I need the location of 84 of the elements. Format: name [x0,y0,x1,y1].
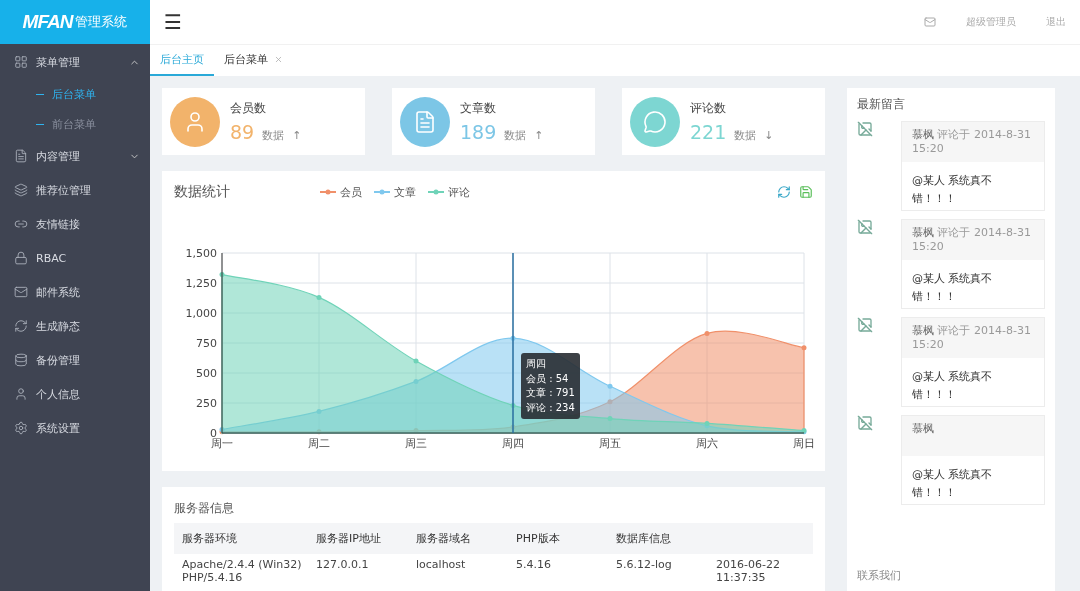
legend-item[interactable]: 评论 [428,184,470,200]
column-header: 服务器域名 [408,523,508,554]
x-tick-label: 周一 [211,437,233,450]
trend-arrow: ↓ [764,129,774,142]
chart-title: 数据统计 [174,183,230,201]
table-cell-text: 5.4.16 [515,557,552,573]
broken-image-icon [857,415,873,431]
y-tick-label: 1,500 [185,247,217,260]
sidebar-item[interactable]: 系统设置 [0,411,150,445]
y-tick-label: 0 [210,427,217,440]
column-header: PHP版本 [508,523,608,554]
y-tick-label: 250 [196,397,217,410]
y-tick-label: 750 [196,337,217,350]
stat-value: 221 [690,121,727,143]
sidebar-item[interactable]: 菜单管理 [0,45,150,79]
broken-image-icon [857,219,873,235]
user-icon [14,387,28,401]
section-title: 服务器信息 [174,501,234,515]
stat-label: 会员数 [230,100,267,117]
x-tick-label: 周日 [793,437,814,450]
comment-text: @某人 系统真不错！！！ [911,173,994,207]
sidebar-item[interactable]: 邮件系统 [0,275,150,309]
table-cell-text: 2016-06-22 11:37:35 [715,557,781,585]
x-tick-label: 周三 [405,437,427,450]
sidebar-item[interactable]: 推荐位管理 [0,173,150,207]
y-tick-label: 1,250 [185,277,217,290]
settings-icon [14,421,28,435]
table-cell-text: 127.0.0.1 [315,557,370,573]
table-cell-text: 5.6.12-log [615,557,673,573]
close-icon[interactable] [274,55,283,64]
stat-label: 评论数 [690,100,727,117]
sidebar-item[interactable]: 内容管理 [0,139,150,173]
trend-arrow: ↑ [292,129,302,142]
refresh-icon[interactable] [777,185,791,199]
sidebar-item[interactable]: 友情链接 [0,207,150,241]
document-icon [14,149,28,163]
sidebar-item[interactable]: 生成静态 [0,309,150,343]
layers-icon [14,183,28,197]
column-header: 数据库信息 [608,523,708,554]
refresh-icon [14,319,28,333]
stat-note: 数据 [262,128,285,143]
chart-tooltip: 周四 会员 : 54 文章 : 791 评论 : 234 [521,353,580,419]
legend-item[interactable]: 会员 [320,184,362,200]
mail-icon [14,285,28,299]
grid-icon [14,55,28,69]
comment-meta: 慕枫 [902,416,1044,456]
stat-value: 89 [230,121,255,143]
comment-text: @某人 系统真不错！！！ [911,271,994,305]
x-tick-label: 周二 [308,437,330,450]
stat-note: 数据 [734,128,757,143]
comment-meta: 慕枫 评论于 2014-8-31 15:20 [902,122,1044,162]
comment-text: @某人 系统真不错！！！ [911,467,994,501]
submenu-item[interactable]: 后台菜单 [0,79,150,109]
stat-value: 189 [460,121,497,143]
x-tick-label: 周六 [696,437,718,450]
sidebar-item[interactable]: 个人信息 [0,377,150,411]
comment-text: @某人 系统真不错！！！ [911,369,994,403]
contact-heading: 联系我们 [857,568,902,583]
section-title: 最新留言 [857,96,906,113]
page-tab[interactable]: 后台菜单 [214,45,293,76]
comment-meta: 慕枫 评论于 2014-8-31 15:20 [902,318,1044,358]
legend-item[interactable]: 文章 [374,184,416,200]
sidebar-item[interactable]: 备份管理 [0,343,150,377]
x-tick-label: 周四 [502,437,524,450]
x-tick-label: 周五 [599,437,621,450]
trend-arrow: ↑ [534,129,544,142]
comment-meta: 慕枫 评论于 2014-8-31 15:20 [902,220,1044,260]
database-icon [14,353,28,367]
table-cell-text: localhost [415,557,467,573]
save-icon[interactable] [799,185,813,199]
broken-image-icon [857,317,873,333]
menu-toggle[interactable]: ☰ [164,10,182,34]
broken-image-icon [857,121,873,137]
sidebar-item[interactable]: RBAC [0,241,150,275]
column-header: 服务器环境 [174,523,308,554]
y-tick-label: 1,000 [185,307,217,320]
table-cell-text: Apache/2.4.4 (Win32) PHP/5.4.16 [181,557,303,585]
y-tick-label: 500 [196,367,217,380]
lock-icon [14,251,28,265]
stat-note: 数据 [504,128,527,143]
stat-label: 文章数 [460,100,497,117]
mail-icon[interactable] [924,16,936,28]
link-icon [14,217,28,231]
column-header: 服务器IP地址 [308,523,408,554]
